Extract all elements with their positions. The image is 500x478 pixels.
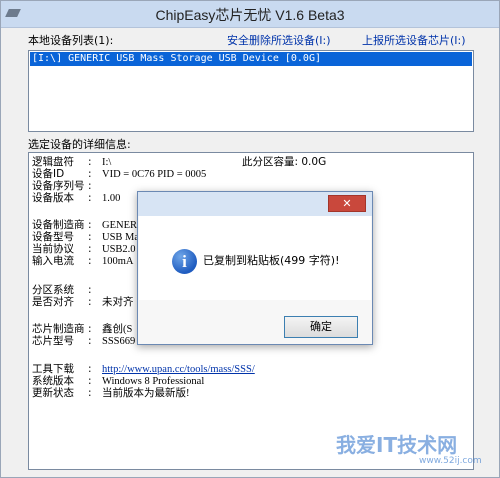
- dialog-close-button[interactable]: ✕: [328, 195, 366, 212]
- report-chip-link[interactable]: 上报所选设备芯片(I:): [362, 32, 466, 48]
- ok-button[interactable]: 确定: [284, 316, 358, 338]
- detail-row: 更新状态: 当前版本为最新版!: [32, 387, 190, 399]
- device-list-label: 本地设备列表(1):: [28, 34, 114, 47]
- device-list-item[interactable]: [I:\] GENERIC USB Mass Storage USB Devic…: [30, 52, 472, 66]
- detail-row: 是否对齐: 未对齐: [32, 296, 134, 308]
- dialog-body: i 已复制到粘贴板(499 字符)!: [139, 216, 371, 300]
- window-title: ChipEasy芯片无忧 V1.6 Beta3: [155, 7, 345, 23]
- dialog-title-bar[interactable]: ✕: [138, 192, 372, 216]
- detail-row: 芯片型号: SSS669: [32, 335, 136, 347]
- copy-message-dialog: ✕ i 已复制到粘贴板(499 字符)! 确定: [137, 191, 373, 345]
- detail-row: 输入电流:100mA: [32, 255, 134, 267]
- device-list[interactable]: [I:\] GENERIC USB Mass Storage USB Devic…: [28, 50, 474, 132]
- details-label: 选定设备的详细信息:: [28, 138, 131, 151]
- info-icon: i: [172, 249, 197, 274]
- safe-remove-link[interactable]: 安全删除所选设备(I:): [227, 32, 331, 48]
- detail-row: 设备版本:1.00: [32, 192, 121, 204]
- watermark-url: www.52ij.com: [419, 456, 482, 466]
- watermark-text: 我爱IT技术网: [336, 433, 458, 457]
- title-bar[interactable]: ChipEasy芯片无忧 V1.6 Beta3: [1, 1, 499, 28]
- dialog-message: 已复制到粘贴板(499 字符)!: [203, 254, 340, 267]
- app-window: ChipEasy芯片无忧 V1.6 Beta3 本地设备列表(1): 安全删除所…: [0, 0, 500, 478]
